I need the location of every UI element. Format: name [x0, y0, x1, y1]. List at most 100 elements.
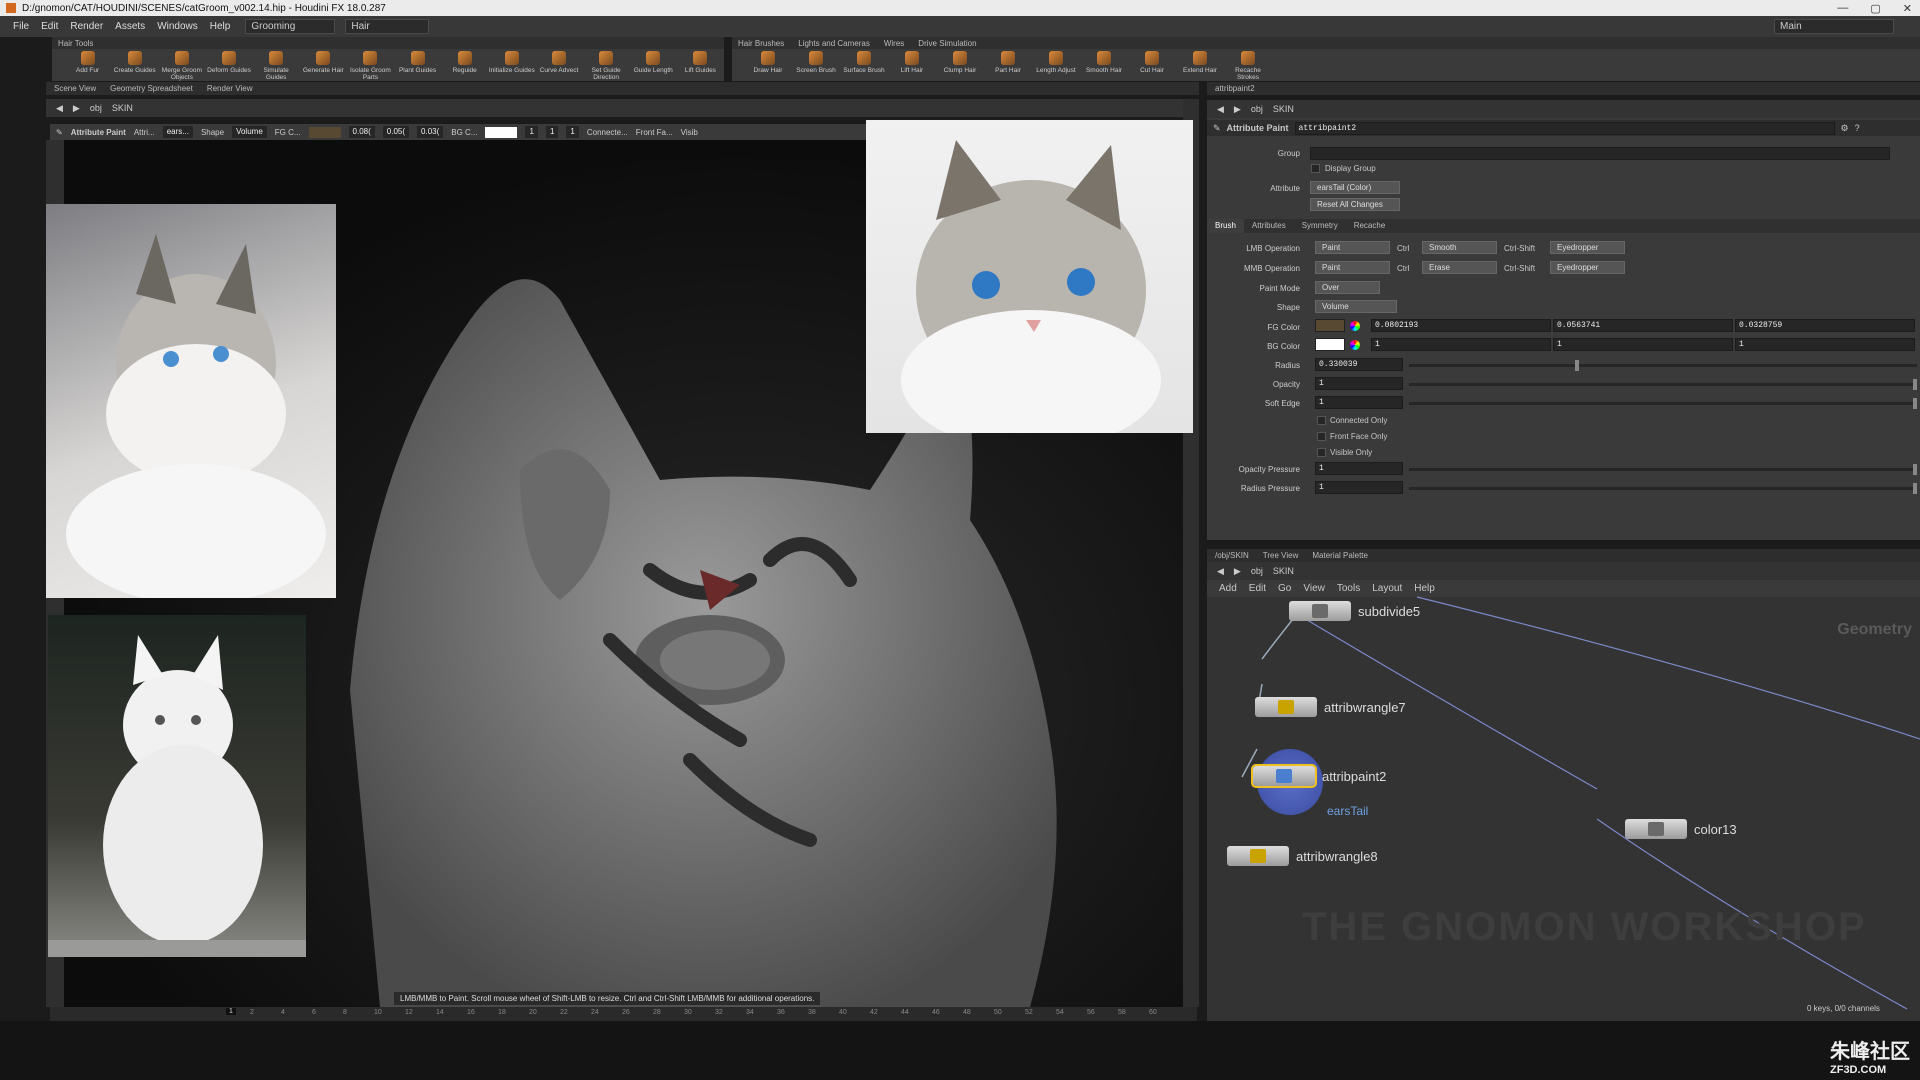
menu-edit[interactable]: Edit	[36, 21, 63, 32]
mmb-ctrl-shift-dropdown[interactable]: Eyedropper	[1550, 261, 1625, 274]
color-wheel-icon[interactable]	[1350, 321, 1360, 331]
lmb-op-dropdown[interactable]: Paint	[1315, 241, 1390, 254]
node-attribwrangle7[interactable]: attribwrangle7	[1255, 697, 1406, 717]
node-body[interactable]	[1625, 819, 1687, 839]
op-front[interactable]: Front Fa...	[636, 128, 673, 137]
radius-slider[interactable]	[1409, 360, 1917, 371]
right-tool-3[interactable]: Lift Hair	[888, 49, 936, 74]
opacity-pressure-slider[interactable]	[1409, 464, 1917, 475]
radius-field[interactable]: 0.330039	[1315, 358, 1403, 371]
lmb-ctrl-shift-dropdown[interactable]: Eyedropper	[1550, 241, 1625, 254]
gear-icon[interactable]: ⚙	[1841, 123, 1849, 134]
soft-edge-slider-knob[interactable]	[1913, 398, 1917, 409]
path-skin[interactable]: SKIN	[112, 103, 133, 113]
maximize-button[interactable]: ▢	[1870, 2, 1880, 15]
op-bg-swatch[interactable]	[485, 126, 518, 138]
op-shape-dropdown[interactable]: Volume	[232, 126, 267, 138]
tab-recache[interactable]: Recache	[1346, 219, 1394, 233]
node-body[interactable]	[1289, 601, 1351, 621]
node-body[interactable]	[1227, 846, 1289, 866]
fg-color-r[interactable]: 0.0802193	[1371, 319, 1551, 332]
radius-pressure-field[interactable]: 1	[1315, 481, 1403, 494]
tab-material-palette[interactable]: Material Palette	[1312, 551, 1368, 560]
bg-color-r[interactable]: 1	[1371, 338, 1551, 351]
radius-slider-knob[interactable]	[1574, 360, 1579, 371]
left-tool-12[interactable]: Guide Length	[630, 49, 677, 74]
left-tool-1[interactable]: Create Guides	[111, 49, 158, 74]
op-bg-b[interactable]: 1	[566, 126, 579, 138]
left-tool-13[interactable]: Lift Guides	[677, 49, 724, 74]
tab-tree-view[interactable]: Tree View	[1263, 551, 1299, 560]
fg-color-swatch[interactable]	[1315, 319, 1345, 332]
context-dropdown[interactable]: Hair	[345, 19, 430, 34]
back-arrow-icon[interactable]: ◀	[56, 103, 63, 114]
reset-all-changes-button[interactable]: Reset All Changes	[1310, 198, 1400, 211]
node-attribwrangle8[interactable]: attribwrangle8	[1227, 846, 1378, 866]
mmb-op-dropdown[interactable]: Paint	[1315, 261, 1390, 274]
op-connected[interactable]: Connecte...	[587, 128, 628, 137]
left-tool-2[interactable]: Merge Groom Objects	[158, 49, 205, 81]
shape-dropdown[interactable]: Volume	[1315, 300, 1397, 313]
opacity-pressure-knob[interactable]	[1913, 464, 1917, 475]
op-fg-b[interactable]: 0.03(	[417, 126, 444, 138]
current-frame[interactable]: 1	[226, 1008, 236, 1015]
minimize-button[interactable]: —	[1837, 2, 1848, 14]
op-bg-r[interactable]: 1	[525, 126, 538, 138]
shelf-tab-wires[interactable]: Wires	[884, 39, 904, 48]
menu-help[interactable]: Help	[205, 21, 236, 32]
left-tool-5[interactable]: Generate Hair	[300, 49, 347, 74]
right-tool-9[interactable]: Extend Hair	[1176, 49, 1224, 74]
left-tool-0[interactable]: Add Fur	[64, 49, 111, 74]
node-color13[interactable]: color13	[1625, 819, 1737, 839]
right-tool-1[interactable]: Screen Brush	[792, 49, 840, 74]
forward-arrow-icon[interactable]: ▶	[73, 103, 80, 114]
shelf-tab-drive-sim[interactable]: Drive Simulation	[918, 39, 976, 48]
tab-symmetry[interactable]: Symmetry	[1294, 219, 1346, 233]
group-field[interactable]	[1310, 147, 1890, 160]
right-tool-0[interactable]: Draw Hair	[744, 49, 792, 74]
left-tool-6[interactable]: Isolate Groom Parts	[347, 49, 394, 81]
right-tool-4[interactable]: Clump Hair	[936, 49, 984, 74]
radius-pressure-knob[interactable]	[1913, 483, 1917, 494]
tab-geometry-spreadsheet[interactable]: Geometry Spreadsheet	[110, 84, 193, 93]
node-subdivide5[interactable]: subdivide5	[1289, 601, 1420, 621]
op-fg-g[interactable]: 0.05(	[382, 126, 410, 138]
op-fg-r[interactable]: 0.08(	[348, 126, 375, 138]
op-visible[interactable]: Visib	[681, 128, 698, 137]
path-obj[interactable]: obj	[90, 103, 102, 113]
op-fg-swatch[interactable]	[308, 126, 341, 138]
right-tool-7[interactable]: Smooth Hair	[1080, 49, 1128, 74]
tab-attributes[interactable]: Attributes	[1244, 219, 1294, 233]
left-tool-7[interactable]: Plant Guides	[394, 49, 441, 74]
back-arrow-icon[interactable]: ◀	[1217, 104, 1224, 115]
menu-file[interactable]: File	[8, 21, 34, 32]
front-face-only-checkbox[interactable]	[1317, 432, 1326, 441]
shelf-tab-lights[interactable]: Lights and Cameras	[798, 39, 870, 48]
right-tool-6[interactable]: Length Adjust	[1032, 49, 1080, 74]
opacity-slider-knob[interactable]	[1913, 379, 1917, 390]
path-obj[interactable]: obj	[1251, 104, 1263, 114]
tab-render-view[interactable]: Render View	[207, 84, 253, 93]
desktop-dropdown[interactable]: Grooming	[245, 19, 336, 34]
display-group-checkbox[interactable]	[1311, 164, 1320, 173]
opacity-pressure-field[interactable]: 1	[1315, 462, 1403, 475]
left-tool-8[interactable]: Reguide	[441, 49, 488, 74]
radius-pressure-slider[interactable]	[1409, 483, 1917, 494]
mmb-ctrl-dropdown[interactable]: Erase	[1422, 261, 1497, 274]
fg-color-b[interactable]: 0.0328759	[1735, 319, 1915, 332]
menu-assets[interactable]: Assets	[110, 21, 150, 32]
fg-color-g[interactable]: 0.0563741	[1553, 319, 1733, 332]
path-skin[interactable]: SKIN	[1273, 104, 1294, 114]
tab-scene-view[interactable]: Scene View	[54, 84, 96, 93]
node-attribpaint2[interactable]: attribpaint2	[1251, 764, 1386, 788]
tab-obj-skin[interactable]: /obj/SKIN	[1215, 551, 1249, 560]
node-body[interactable]	[1255, 697, 1317, 717]
attribute-dropdown[interactable]: earsTail (Color)	[1310, 181, 1400, 194]
soft-edge-slider[interactable]	[1409, 398, 1917, 409]
right-tool-5[interactable]: Part Hair	[984, 49, 1032, 74]
op-attr-dropdown[interactable]: ears...	[162, 126, 193, 138]
tab-attribpaint2[interactable]: attribpaint2	[1215, 84, 1255, 93]
bg-color-g[interactable]: 1	[1553, 338, 1733, 351]
close-button[interactable]: ✕	[1903, 2, 1912, 15]
menu-windows[interactable]: Windows	[152, 21, 203, 32]
